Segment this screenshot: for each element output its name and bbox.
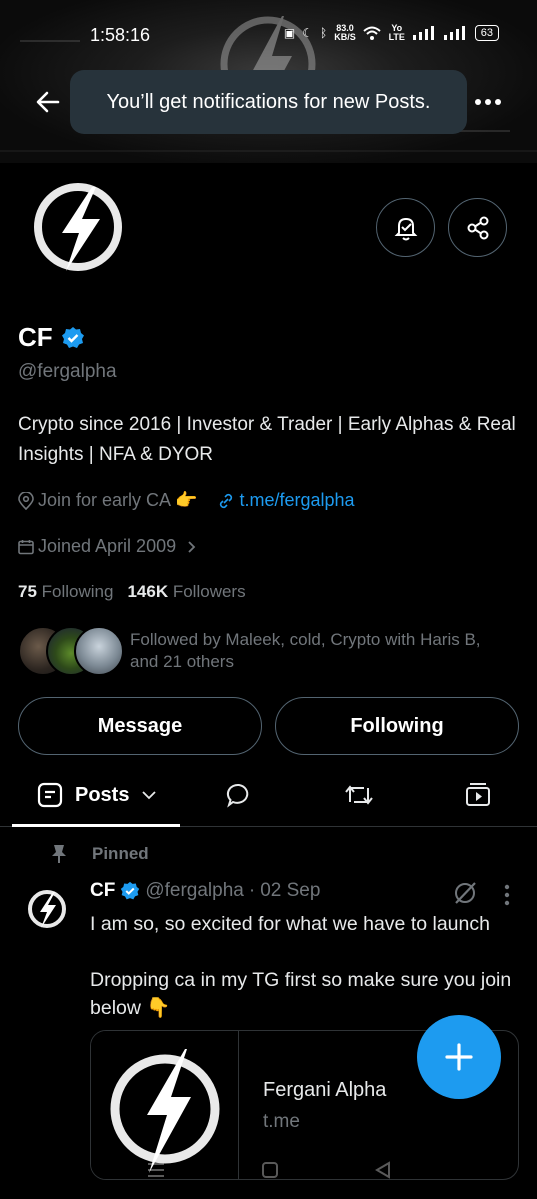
link-icon — [220, 493, 233, 508]
post-more-icon[interactable] — [504, 884, 510, 906]
verified-badge-icon — [61, 326, 84, 348]
follow-counts: 75 Following 146K Followers — [18, 582, 246, 602]
active-tab-indicator — [12, 824, 180, 827]
moon-icon: ☾ — [302, 26, 314, 40]
message-button[interactable]: Message — [18, 697, 262, 755]
location-pin-icon — [18, 491, 34, 510]
profile-tabs: Posts — [0, 763, 537, 827]
tab-reposts[interactable] — [344, 763, 374, 827]
more-dots-icon — [475, 99, 501, 105]
toast-message: You’ll get notifications for new Posts. — [106, 90, 431, 113]
tab-posts[interactable]: Posts — [37, 763, 157, 827]
location-text: Join for early CA 👉 — [38, 490, 198, 510]
tab-posts-label: Posts — [75, 783, 130, 806]
pinned-label: Pinned — [92, 844, 149, 863]
post-body: I am so, so excited for what we have to … — [90, 910, 530, 1022]
wifi-icon — [363, 26, 381, 40]
chevron-right-icon — [188, 540, 196, 553]
following-count-link[interactable]: 75 Following — [18, 582, 113, 602]
battery-indicator: 63 — [474, 25, 499, 41]
nfc-icon: ▣ — [283, 26, 296, 40]
post-separator: · — [248, 880, 256, 901]
post-header: CF @fergalpha · 02 Sep — [90, 880, 320, 902]
link-card-title: Fergani Alpha — [263, 1079, 387, 1101]
arrow-left-icon — [36, 91, 60, 113]
post-author-avatar[interactable] — [22, 884, 72, 934]
compose-post-button[interactable] — [417, 1015, 501, 1099]
grok-icon[interactable] — [452, 880, 478, 906]
post-date[interactable]: 02 Sep — [260, 880, 320, 902]
plus-icon — [445, 1043, 473, 1071]
reply-bubble-icon — [226, 783, 249, 808]
profile-handle: @fergalpha — [18, 361, 117, 382]
notifications-bell-button[interactable] — [376, 198, 435, 257]
post-text-line: Dropping ca in my TG first so make sure … — [90, 969, 512, 1019]
status-icons: ▣ ☾ ᛒ 83.0 KB/S Yo LTE 63 — [284, 24, 499, 42]
website-link[interactable]: t.me/fergalpha — [239, 490, 354, 511]
status-time: 1:58:16 — [90, 25, 151, 45]
share-icon — [467, 216, 488, 239]
pin-icon — [52, 845, 66, 863]
followers-count-link[interactable]: 146K Followers — [127, 582, 245, 602]
system-nav-bar — [0, 1150, 537, 1190]
recents-menu-icon[interactable] — [146, 1161, 166, 1179]
post-text-line: I am so, so excited for what we have to … — [90, 913, 490, 935]
profile-bio: Crypto since 2016 | Investor & Trader | … — [18, 414, 516, 465]
bell-check-icon — [394, 217, 417, 240]
link-card-domain: t.me — [263, 1111, 300, 1132]
posts-icon — [37, 782, 63, 808]
more-options-button[interactable] — [470, 84, 506, 120]
profile-meta-joined[interactable]: Joined April 2009 — [18, 536, 202, 557]
share-button[interactable] — [448, 198, 507, 257]
tab-replies[interactable] — [226, 763, 252, 827]
profile-avatar[interactable] — [18, 167, 138, 287]
verified-badge-icon — [121, 881, 140, 900]
chevron-down-icon — [142, 791, 157, 800]
joined-text: Joined April 2009 — [38, 536, 177, 556]
calendar-icon — [18, 539, 34, 554]
notification-toast: You’ll get notifications for new Posts. — [70, 70, 467, 134]
profile-meta-location: Join for early CA 👉 t.me/fergalpha — [18, 490, 355, 511]
net-speed: 83.0 KB/S — [334, 23, 356, 42]
lightning-logo-icon — [34, 183, 122, 271]
profile-name: CF — [18, 322, 85, 353]
follower-avatar — [74, 626, 124, 676]
following-button[interactable]: Following — [275, 697, 519, 755]
pinned-label-row: Pinned — [50, 844, 149, 864]
post-author-handle[interactable]: @fergalpha — [145, 880, 244, 902]
tab-media[interactable] — [464, 763, 492, 827]
back-button[interactable] — [30, 84, 66, 120]
status-bar: 1:58:16 ▣ ☾ ᛒ 83.0 KB/S Yo LTE 63 — [0, 0, 537, 70]
post-author-name[interactable]: CF — [90, 880, 115, 902]
signal-icon — [412, 26, 434, 40]
back-triangle-icon[interactable] — [374, 1161, 392, 1179]
lightning-logo-icon — [28, 890, 66, 928]
home-square-icon[interactable] — [261, 1161, 279, 1179]
repost-icon — [345, 785, 373, 805]
signal-icon-2 — [443, 26, 465, 40]
volte-label: Yo LTE — [388, 23, 405, 42]
followed-by-text: Followed by Maleek, cold, Crypto with Ha… — [130, 630, 481, 671]
media-video-icon — [466, 783, 490, 806]
followed-by-row[interactable] — [18, 624, 124, 678]
bluetooth-icon: ᛒ — [320, 26, 328, 40]
